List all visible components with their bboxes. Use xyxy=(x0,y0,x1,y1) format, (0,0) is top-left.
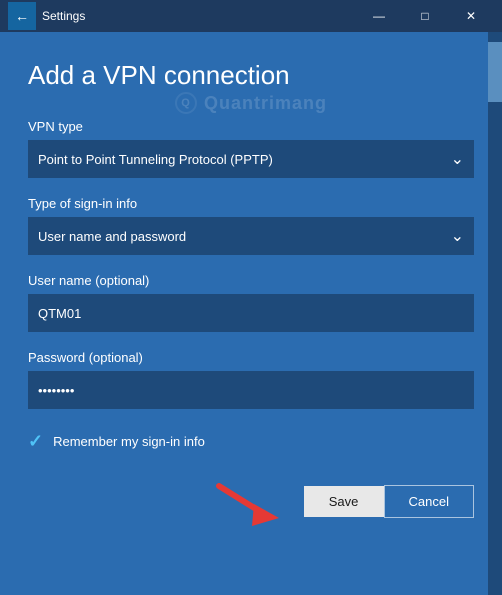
window-controls: — □ ✕ xyxy=(356,0,494,32)
watermark: Q Quantrimang xyxy=(175,92,327,114)
content-area: Q Quantrimang Add a VPN connection VPN t… xyxy=(0,32,502,595)
vpn-type-select[interactable]: Point to Point Tunneling Protocol (PPTP) xyxy=(28,140,474,178)
vpn-type-wrapper: Point to Point Tunneling Protocol (PPTP)… xyxy=(28,140,474,178)
save-button[interactable]: Save xyxy=(304,486,384,517)
close-button[interactable]: ✕ xyxy=(448,0,494,32)
sign-in-type-wrapper: User name and password Smart card One-ti… xyxy=(28,217,474,255)
back-icon: ← xyxy=(15,8,29,24)
checkmark-icon: ✓ xyxy=(28,431,43,452)
minimize-icon: — xyxy=(373,9,385,23)
vpn-type-group: VPN type Point to Point Tunneling Protoc… xyxy=(28,119,474,178)
password-label: Password (optional) xyxy=(28,350,474,365)
page-title: Add a VPN connection xyxy=(28,60,474,91)
username-group: User name (optional) xyxy=(28,273,474,332)
password-input[interactable] xyxy=(28,371,474,409)
remember-label: Remember my sign-in info xyxy=(53,434,205,449)
sign-in-type-group: Type of sign-in info User name and passw… xyxy=(28,196,474,255)
back-button[interactable]: ← xyxy=(8,2,36,30)
title-bar: ← Settings — □ ✕ xyxy=(0,0,502,32)
cancel-button[interactable]: Cancel xyxy=(384,485,474,518)
maximize-icon: □ xyxy=(421,9,428,23)
vpn-type-label: VPN type xyxy=(28,119,474,134)
username-label: User name (optional) xyxy=(28,273,474,288)
scrollbar[interactable] xyxy=(488,32,502,595)
sign-in-type-select[interactable]: User name and password Smart card One-ti… xyxy=(28,217,474,255)
remember-row[interactable]: ✓ Remember my sign-in info xyxy=(28,431,474,452)
password-group: Password (optional) xyxy=(28,350,474,409)
bottom-row: Save Cancel xyxy=(28,476,474,526)
minimize-button[interactable]: — xyxy=(356,0,402,32)
maximize-button[interactable]: □ xyxy=(402,0,448,32)
scrollbar-thumb[interactable] xyxy=(488,42,502,102)
settings-window: ← Settings — □ ✕ Q Quantrimang Add a VPN… xyxy=(0,0,502,595)
window-title: Settings xyxy=(42,9,356,23)
sign-in-type-label: Type of sign-in info xyxy=(28,196,474,211)
username-input[interactable] xyxy=(28,294,474,332)
arrow-area xyxy=(28,476,304,526)
close-icon: ✕ xyxy=(466,9,476,23)
red-arrow-icon xyxy=(204,476,294,526)
